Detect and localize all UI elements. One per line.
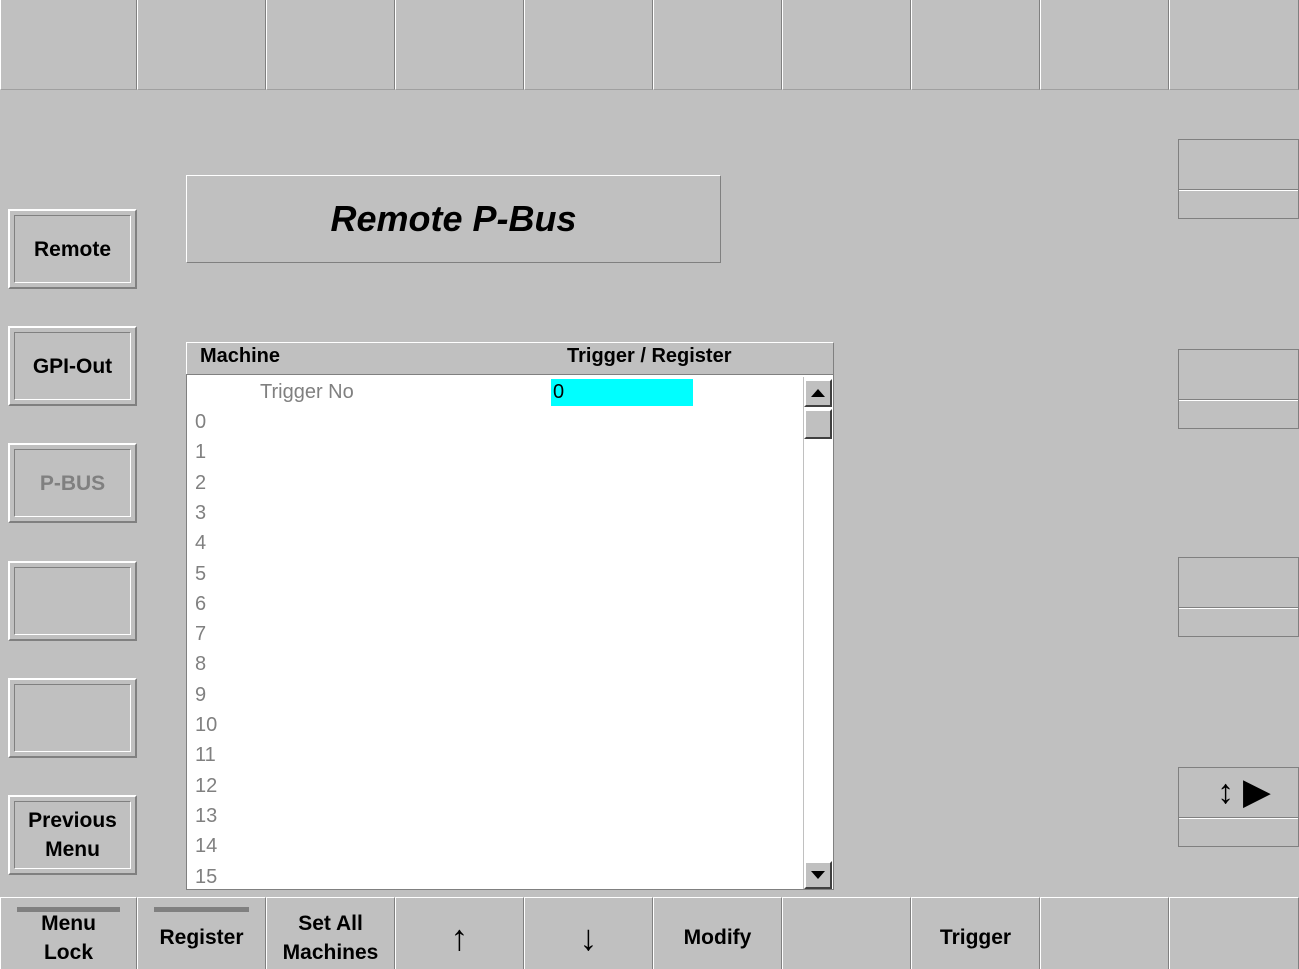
bottom-empty-button-2[interactable] — [1040, 897, 1169, 969]
left-empty-button-2[interactable] — [8, 678, 137, 758]
modify-button[interactable]: Modify — [653, 897, 782, 969]
trigger-button[interactable]: Trigger — [911, 897, 1040, 969]
bottom-button-bar: Menu Lock Register Set All Machines ↑ ↓ … — [0, 897, 1299, 969]
table-row[interactable]: 0 — [195, 407, 206, 437]
top-button-3[interactable] — [266, 0, 395, 90]
page-title: Remote P-Bus — [186, 175, 721, 263]
top-button-bar — [0, 0, 1299, 90]
table-row[interactable]: 12 — [195, 771, 217, 801]
previous-menu-button[interactable]: Previous Menu — [8, 795, 137, 875]
register-button[interactable]: Register — [137, 897, 266, 969]
top-button-6[interactable] — [653, 0, 782, 90]
p-bus-button[interactable]: P-BUS — [8, 443, 137, 523]
p-bus-label: P-BUS — [39, 471, 106, 495]
table-row[interactable]: 5 — [195, 559, 206, 589]
gpi-out-label: GPI-Out — [32, 354, 113, 378]
top-button-7[interactable] — [782, 0, 911, 90]
table-row[interactable]: 11 — [195, 740, 216, 770]
column-machine: Machine — [200, 345, 281, 367]
top-button-5[interactable] — [524, 0, 653, 90]
table-row[interactable]: 6 — [195, 589, 206, 619]
right-button-2[interactable] — [1178, 349, 1299, 429]
trigger-no-label: Trigger No — [260, 381, 354, 403]
table-row[interactable]: 4 — [195, 528, 206, 558]
trigger-no-value[interactable]: 0 — [551, 379, 693, 406]
down-arrow-icon: ↓ — [579, 917, 598, 958]
register-label: Register — [159, 926, 244, 949]
register-indicator — [154, 907, 249, 912]
up-arrow-icon: ↑ — [450, 917, 469, 958]
scroll-down-icon — [811, 871, 825, 879]
vertical-scrollbar[interactable] — [803, 377, 832, 889]
top-button-1[interactable] — [0, 0, 137, 90]
top-button-9[interactable] — [1040, 0, 1169, 90]
modify-label: Modify — [683, 926, 752, 949]
right-button-3[interactable] — [1178, 557, 1299, 637]
up-down-arrow-icon: ↕ ▶ — [1217, 773, 1270, 811]
menu-lock-label: Menu Lock — [41, 911, 96, 964]
scroll-up-button[interactable] — [804, 379, 832, 407]
table-row[interactable]: 3 — [195, 498, 206, 528]
scroll-thumb[interactable] — [804, 409, 832, 439]
right-button-1[interactable] — [1178, 139, 1299, 219]
top-button-8[interactable] — [911, 0, 1040, 90]
table-header: Machine Trigger / Register — [186, 342, 834, 375]
table-row[interactable]: 8 — [195, 649, 206, 679]
set-all-machines-label: Set All Machines — [282, 911, 379, 964]
bottom-empty-button-3[interactable] — [1169, 897, 1299, 969]
right-scroll-control[interactable]: ↕ ▶ — [1178, 767, 1299, 847]
previous-menu-label: Previous Menu — [28, 809, 117, 861]
gpi-out-button[interactable]: GPI-Out — [8, 326, 137, 406]
bottom-empty-button-1[interactable] — [782, 897, 911, 969]
table-row[interactable]: 9 — [195, 680, 206, 710]
top-button-10[interactable] — [1169, 0, 1299, 90]
top-button-4[interactable] — [395, 0, 524, 90]
set-all-machines-button[interactable]: Set All Machines — [266, 897, 395, 969]
table-row[interactable]: 15 — [195, 862, 217, 890]
up-arrow-button[interactable]: ↑ — [395, 897, 524, 969]
down-arrow-button[interactable]: ↓ — [524, 897, 653, 969]
column-trigger-register: Trigger / Register — [567, 345, 732, 367]
left-empty-button-1[interactable] — [8, 561, 137, 641]
menu-lock-button[interactable]: Menu Lock — [0, 897, 137, 969]
remote-label: Remote — [33, 237, 112, 261]
scroll-down-button[interactable] — [804, 861, 832, 889]
machine-list[interactable]: Trigger No 0 0 1 2 3 4 5 6 7 8 9 10 11 12 13 14 15 — [186, 374, 834, 890]
scroll-up-icon — [811, 389, 825, 397]
table-row[interactable]: 2 — [195, 468, 206, 498]
table-row[interactable]: 13 — [195, 801, 217, 831]
table-row[interactable]: 7 — [195, 619, 206, 649]
remote-button[interactable]: Remote — [8, 209, 137, 289]
table-row[interactable]: 1 — [195, 437, 206, 467]
top-button-2[interactable] — [137, 0, 266, 90]
table-row[interactable]: 14 — [195, 831, 217, 861]
table-row[interactable]: 10 — [195, 710, 217, 740]
page-title-text: Remote P-Bus — [330, 198, 577, 239]
trigger-label: Trigger — [939, 926, 1012, 949]
